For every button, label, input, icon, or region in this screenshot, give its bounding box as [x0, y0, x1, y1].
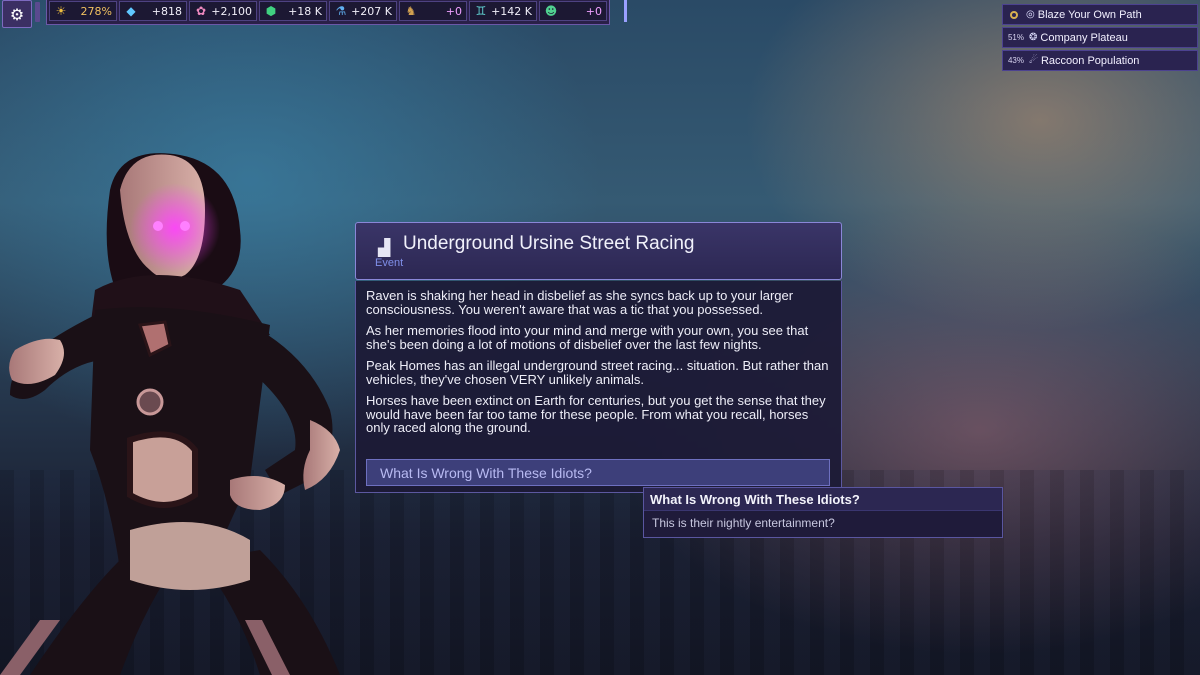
bar-separator: [35, 2, 40, 22]
resource-value: +142 K: [491, 4, 532, 18]
resource-head[interactable]: ☻ +0: [539, 1, 607, 21]
resource-turtle[interactable]: ♞ +0: [399, 1, 467, 21]
resource-bar: ☀ 278% ◆ +818 ✿ +2,100 ⬢ +18 K ⚗ +207 K …: [46, 0, 610, 25]
event-title: Underground Ursine Street Racing: [403, 233, 695, 254]
gem-icon: ◆: [126, 4, 136, 18]
gear-icon: ⚙: [9, 4, 25, 24]
resource-value: +818: [151, 4, 182, 18]
resource-value: +0: [585, 4, 602, 18]
android-character-figure: [0, 153, 340, 675]
cube-icon: ⬢: [265, 4, 277, 18]
objective-progress: 43%: [1007, 56, 1024, 65]
objective-name: Company Plateau: [1040, 31, 1128, 44]
resource-sun[interactable]: ☀ 278%: [49, 1, 117, 21]
objective-name: Raccoon Population: [1040, 54, 1140, 67]
path-icon: ◎: [1026, 9, 1035, 20]
event-type-label: Event: [375, 257, 404, 269]
resource-value: +18 K: [288, 4, 322, 18]
objective-blaze-your-own-path[interactable]: ◎ Blaze Your Own Path: [1002, 4, 1198, 25]
event-paragraph: Horses have been extinct on Earth for ce…: [366, 393, 826, 435]
choice-tooltip: What Is Wrong With These Idiots? This is…: [643, 487, 1003, 538]
resource-gem[interactable]: ◆ +818: [119, 1, 187, 21]
event-header: ▟ Underground Ursine Street Racing Event: [355, 222, 842, 280]
objective-name: Blaze Your Own Path: [1037, 8, 1142, 21]
event-paragraph: Peak Homes has an illegal underground st…: [366, 358, 829, 387]
objective-company-plateau[interactable]: 51% ❂ Company Plateau: [1002, 27, 1198, 48]
company-icon: ❂: [1029, 32, 1038, 43]
objective-raccoon-population[interactable]: 43% ☄ Raccoon Population: [1002, 50, 1198, 71]
settings-gear-button[interactable]: ⚙: [2, 0, 32, 28]
people-icon: ♊: [475, 4, 487, 18]
skyline-icon: ▟: [378, 238, 391, 257]
turtle-icon: ♞: [405, 4, 417, 18]
resource-brain[interactable]: ✿ +2,100: [189, 1, 257, 21]
event-paragraph: Raven is shaking her head in disbelief a…: [366, 288, 794, 317]
objectives-panel: ◎ Blaze Your Own Path 51% ❂ Company Plat…: [1002, 4, 1198, 73]
resource-flask[interactable]: ⚗ +207 K: [329, 1, 397, 21]
tooltip-body: This is their nightly entertainment?: [652, 516, 835, 530]
resource-value: +2,100: [211, 4, 252, 18]
resource-cube[interactable]: ⬢ +18 K: [259, 1, 327, 21]
brain-icon: ✿: [195, 4, 207, 18]
bar-end-cap: [624, 0, 627, 22]
resource-value: +207 K: [351, 4, 392, 18]
sun-icon: ☀: [55, 4, 67, 18]
head-icon: ☻: [544, 4, 558, 18]
flask-icon: ⚗: [335, 4, 347, 18]
resource-value: 278%: [80, 4, 112, 18]
event-choice-button[interactable]: What Is Wrong With These Idiots?: [366, 459, 830, 486]
tooltip-title: What Is Wrong With These Idiots?: [644, 488, 1002, 511]
event-body: Raven is shaking her head in disbelief a…: [355, 281, 842, 493]
resource-people[interactable]: ♊ +142 K: [469, 1, 537, 21]
target-circle-icon: [1010, 10, 1018, 19]
objective-progress: 51%: [1007, 33, 1024, 42]
resource-value: +0: [445, 4, 462, 18]
raccoon-icon: ☄: [1029, 55, 1038, 66]
event-paragraph: As her memories flood into your mind and…: [366, 323, 809, 352]
